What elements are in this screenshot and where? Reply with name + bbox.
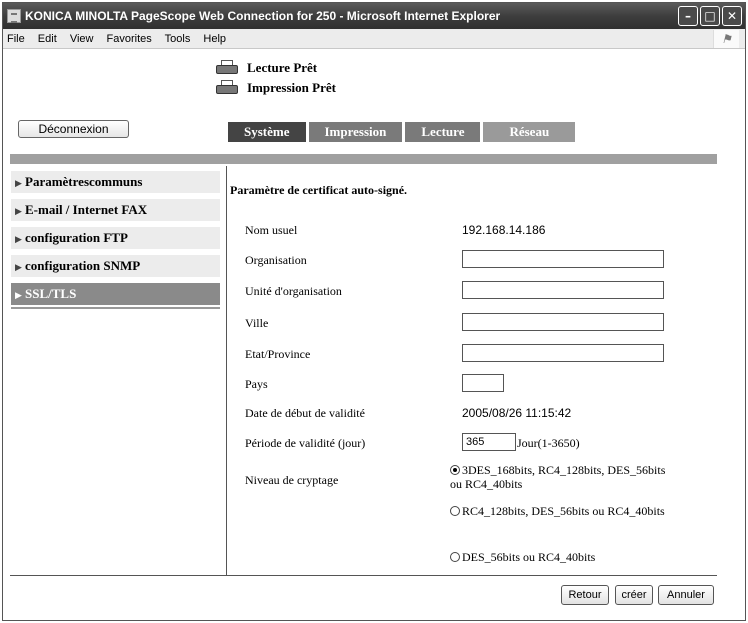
menu-help[interactable]: Help — [203, 33, 226, 45]
page-content: Lecture Prêt Impression Prêt Déconnexion… — [3, 50, 745, 620]
country-label: Pays — [245, 377, 268, 391]
menu-favorites[interactable]: Favorites — [107, 33, 152, 45]
start-date-label: Date de début de validité — [245, 406, 365, 420]
windows-logo-icon: ⚑ — [713, 30, 739, 48]
common-name-label: Nom usuel — [245, 223, 298, 237]
arrow-right-icon: ▶ — [15, 291, 22, 301]
arrow-right-icon: ▶ — [15, 235, 22, 245]
sidebar-item-ssl-tls[interactable]: ▶ SSL/TLS — [11, 283, 220, 305]
menu-bar: File Edit View Favorites Tools Help ⚑ — [3, 29, 745, 49]
ie-page-icon — [7, 9, 21, 23]
title-bar: KONICA MINOLTA PageScope Web Connection … — [3, 3, 745, 29]
menu-view[interactable]: View — [70, 33, 94, 45]
create-button[interactable]: créer — [615, 585, 653, 605]
radio-icon[interactable] — [450, 552, 460, 562]
header-divider — [10, 154, 717, 164]
sidebar-item-label: Paramètrescommuns — [25, 174, 143, 189]
city-label: Ville — [245, 316, 269, 330]
tab-network[interactable]: Réseau — [483, 122, 576, 142]
encryption-option-3[interactable]: DES_56bits ou RC4_40bits — [450, 550, 670, 564]
state-input[interactable] — [462, 344, 664, 362]
arrow-right-icon: ▶ — [15, 263, 22, 273]
radio-selected-icon[interactable] — [450, 465, 460, 475]
sidebar-item-label: configuration SNMP — [25, 258, 141, 273]
city-input[interactable] — [462, 313, 664, 331]
org-unit-label: Unité d'organisation — [245, 284, 342, 298]
sidebar: ▶ Paramètrescommuns ▶ E-mail / Internet FA… — [11, 171, 220, 309]
radio-icon[interactable] — [450, 506, 460, 516]
organization-label: Organisation — [245, 253, 307, 267]
footer-divider — [10, 575, 717, 576]
encryption-option-2[interactable]: RC4_128bits, DES_56bits ou RC4_40bits — [450, 504, 670, 518]
printer-icon — [215, 80, 239, 96]
encryption-option-label: DES_56bits ou RC4_40bits — [462, 550, 596, 564]
scanner-icon — [215, 60, 239, 76]
menu-tools[interactable]: Tools — [165, 33, 191, 45]
vertical-divider — [226, 166, 227, 576]
cancel-button[interactable]: Annuler — [658, 585, 714, 605]
validity-label: Période de validité (jour) — [245, 436, 366, 450]
encryption-option-label: RC4_128bits, DES_56bits ou RC4_40bits — [462, 504, 665, 518]
logout-button[interactable]: Déconnexion — [18, 120, 129, 138]
minimize-button[interactable]: – — [678, 6, 698, 26]
start-date-value: 2005/08/26 11:15:42 — [462, 406, 572, 420]
encryption-option-label: 3DES_168bits, RC4_128bits, DES_56bits ou… — [450, 463, 666, 491]
state-label: Etat/Province — [245, 347, 311, 361]
maximize-button[interactable]: □ — [700, 6, 720, 26]
sidebar-item-label: configuration FTP — [25, 230, 128, 245]
country-input[interactable] — [462, 374, 504, 392]
sidebar-item-snmp[interactable]: ▶ configuration SNMP — [11, 255, 220, 277]
organization-input[interactable] — [462, 250, 664, 268]
tab-system[interactable]: Système — [228, 122, 306, 142]
browser-window: KONICA MINOLTA PageScope Web Connection … — [2, 2, 746, 621]
validity-unit: Jour(1-3650) — [517, 436, 580, 450]
org-unit-input[interactable] — [462, 281, 664, 299]
sidebar-divider — [11, 307, 220, 309]
tab-scan[interactable]: Lecture — [405, 122, 481, 142]
print-status-text: Impression Prêt — [247, 80, 336, 95]
close-button[interactable]: ✕ — [722, 6, 742, 26]
back-button[interactable]: Retour — [561, 585, 609, 605]
arrow-right-icon: ▶ — [15, 207, 22, 217]
sidebar-item-label: E-mail / Internet FAX — [25, 202, 148, 217]
encryption-label: Niveau de cryptage — [245, 473, 339, 487]
scan-status-text: Lecture Prêt — [247, 60, 318, 75]
sidebar-item-common-settings[interactable]: ▶ Paramètrescommuns — [11, 171, 220, 193]
common-name-value: 192.168.14.186 — [462, 223, 546, 237]
validity-input[interactable]: 365 — [462, 433, 516, 451]
main-tabs: Système Impression Lecture Réseau — [228, 122, 576, 142]
window-title: KONICA MINOLTA PageScope Web Connection … — [25, 9, 501, 23]
arrow-right-icon: ▶ — [15, 179, 22, 189]
sidebar-item-label: SSL/TLS — [25, 286, 77, 301]
menu-edit[interactable]: Edit — [38, 33, 57, 45]
tab-print[interactable]: Impression — [308, 122, 403, 142]
menu-file[interactable]: File — [7, 33, 25, 45]
encryption-option-1[interactable]: 3DES_168bits, RC4_128bits, DES_56bits ou… — [450, 463, 670, 491]
page-title: Paramètre de certificat auto-signé. — [230, 183, 408, 197]
sidebar-item-ftp[interactable]: ▶ configuration FTP — [11, 227, 220, 249]
sidebar-item-email-fax[interactable]: ▶ E-mail / Internet FAX — [11, 199, 220, 221]
